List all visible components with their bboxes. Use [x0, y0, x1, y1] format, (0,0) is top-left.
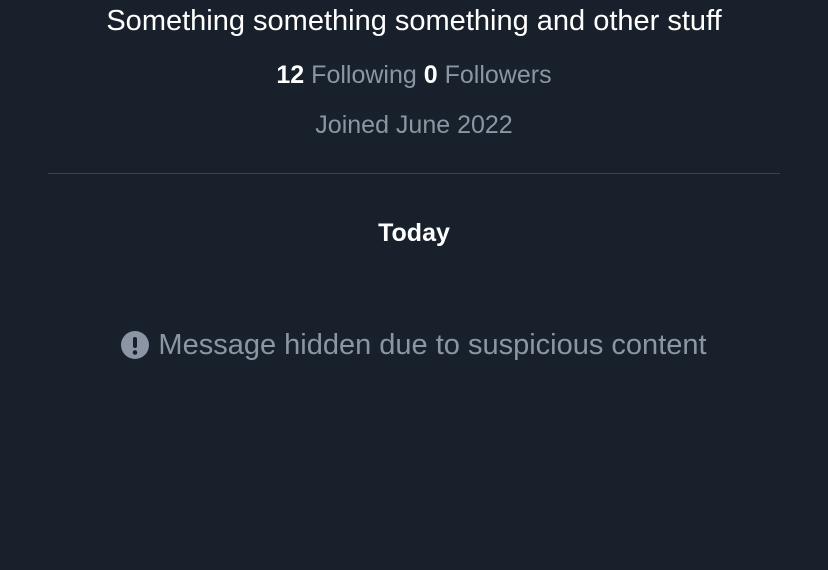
- divider: [48, 173, 780, 174]
- conversation-date-header: Today: [378, 219, 450, 247]
- hidden-message-text: Message hidden due to suspicious content: [158, 329, 707, 361]
- followers-count: 0: [423, 61, 438, 89]
- profile-stats: 12 Following 0 Followers: [0, 58, 828, 92]
- joined-date: Joined June 2022: [315, 111, 513, 139]
- followers-label: Followers: [444, 61, 552, 89]
- following-link[interactable]: 12 Following: [276, 61, 423, 89]
- exclamation-circle-icon: [121, 331, 150, 359]
- profile-bio: Something something something and other …: [106, 5, 722, 37]
- following-count: 12: [276, 61, 305, 89]
- followers-link[interactable]: 0 Followers: [424, 61, 552, 89]
- following-label: Following: [311, 61, 417, 89]
- hidden-message-notice[interactable]: Message hidden due to suspicious content: [0, 326, 828, 364]
